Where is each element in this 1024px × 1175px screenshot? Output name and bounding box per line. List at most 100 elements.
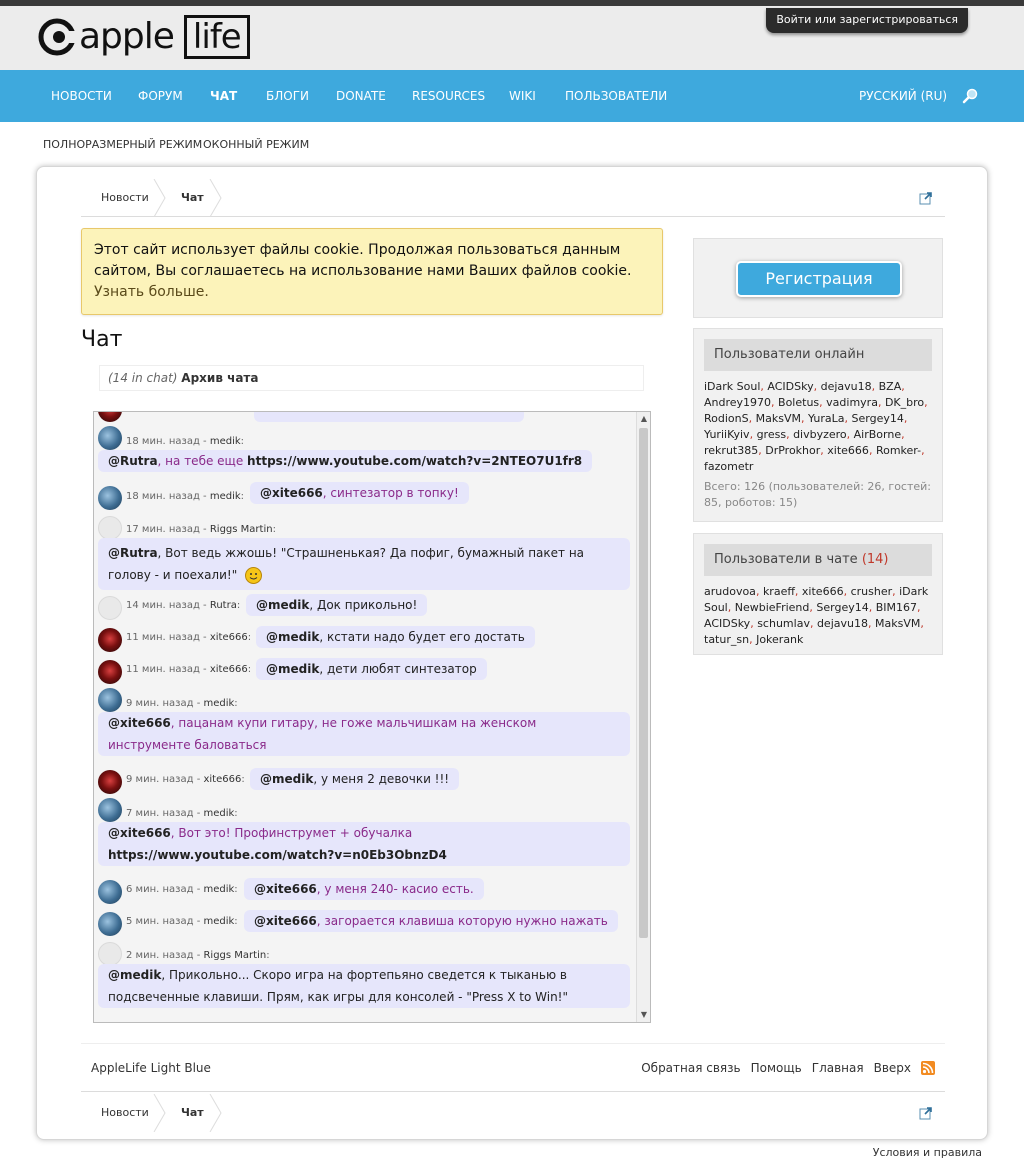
nav-item-users[interactable]: Пользователи — [565, 70, 667, 122]
message-author[interactable]: medik — [203, 884, 234, 895]
breadcrumb-news[interactable]: Новости — [101, 1094, 149, 1132]
user-link[interactable]: Sergey14 — [816, 601, 868, 614]
user-link[interactable]: xite666 — [827, 444, 869, 457]
user-link[interactable]: BIM167 — [876, 601, 917, 614]
jump-icon[interactable] — [919, 191, 933, 205]
window-mode-link[interactable]: Оконный режим — [203, 138, 309, 151]
message-author[interactable]: medik — [203, 808, 234, 819]
nav-item-resources[interactable]: Resources — [412, 70, 485, 122]
scroll-up-icon[interactable]: ▲ — [637, 412, 650, 426]
footer-link-home[interactable]: Главная — [812, 1061, 864, 1075]
message-link[interactable]: https://www.youtube.com/watch?v=n0Eb3Obn… — [108, 848, 447, 862]
user-link[interactable]: ACIDSky — [704, 617, 750, 630]
user-link[interactable]: tatur_sn — [704, 633, 749, 646]
avatar[interactable] — [98, 596, 122, 620]
user-link[interactable]: dejavu18 — [817, 617, 868, 630]
message-author[interactable]: Rutra — [210, 600, 237, 611]
user-link[interactable]: dejavu18 — [821, 380, 872, 393]
list-separator: , — [921, 444, 925, 457]
message-author[interactable]: xite666 — [203, 774, 241, 785]
user-link[interactable]: arudovoa — [704, 585, 756, 598]
avatar[interactable] — [98, 660, 122, 684]
user-link[interactable]: NewbieFriend — [735, 601, 810, 614]
site-logo[interactable]: apple life — [37, 14, 250, 60]
list-separator: , — [917, 601, 921, 614]
user-link[interactable]: YuriiKyiv — [704, 428, 750, 441]
message-author[interactable]: xite666 — [210, 632, 248, 643]
chat-scrollbar[interactable]: ▲ ▼ — [636, 412, 650, 1022]
language-selector[interactable]: Русский (RU) — [859, 70, 947, 122]
nav-item-news[interactable]: Новости — [51, 70, 112, 122]
avatar[interactable] — [98, 412, 122, 422]
jump-icon[interactable] — [919, 1106, 933, 1120]
terms-link[interactable]: Условия и правила — [873, 1146, 982, 1159]
nav-item-blogs[interactable]: Блоги — [266, 70, 309, 122]
user-link[interactable]: divbyzero — [793, 428, 847, 441]
user-link[interactable]: xite666 — [802, 585, 844, 598]
chat-archive-link[interactable]: Архив чата — [181, 371, 258, 385]
footer-link-feedback[interactable]: Обратная связь — [641, 1061, 740, 1075]
message-link[interactable]: https://www.youtube.com/watch?v=2NTEO7U1… — [247, 454, 582, 468]
avatar[interactable] — [98, 688, 122, 712]
avatar[interactable] — [98, 880, 122, 904]
avatar[interactable] — [98, 516, 122, 540]
message-author[interactable]: Riggs Martin — [203, 950, 266, 961]
user-link[interactable]: schumlav — [757, 617, 810, 630]
nav-item-chat[interactable]: Чат — [210, 70, 237, 122]
breadcrumb-chat[interactable]: Чат — [181, 179, 204, 217]
nav-item-donate[interactable]: Donate — [336, 70, 386, 122]
user-link[interactable]: crusher — [851, 585, 893, 598]
avatar[interactable] — [98, 942, 122, 966]
user-link[interactable]: Romker- — [876, 444, 921, 457]
avatar[interactable] — [98, 798, 122, 822]
user-link[interactable]: Jokerank — [756, 633, 803, 646]
login-button[interactable]: Войти или зарегистрироваться — [766, 8, 968, 33]
user-link[interactable]: Andrey1970 — [704, 396, 771, 409]
user-link[interactable]: ACIDSky — [767, 380, 813, 393]
register-button[interactable]: Регистрация — [736, 261, 902, 297]
cookie-learn-more-link[interactable]: Узнать больше. — [94, 284, 209, 300]
user-link[interactable]: BZA — [879, 380, 902, 393]
message-bubble: @xite666, Вот это! Профинструмет + обуча… — [98, 822, 630, 866]
scroll-thumb[interactable] — [639, 428, 648, 938]
fullscreen-mode-link[interactable]: Полноразмерный режим — [43, 138, 202, 151]
online-stats: Всего: 126 (пользователей: 26, гостей: 8… — [704, 480, 931, 509]
user-link[interactable]: Boletus — [778, 396, 819, 409]
footer-link-help[interactable]: Помощь — [751, 1061, 802, 1075]
message-author[interactable]: xite666 — [210, 664, 248, 675]
user-link[interactable]: Sergey14 — [852, 412, 904, 425]
avatar[interactable] — [98, 770, 122, 794]
chat-message-list[interactable]: 18 мин. назад - medik: @Rutra, на тебе е… — [93, 411, 651, 1023]
avatar[interactable] — [98, 426, 122, 450]
user-link[interactable]: MaksVM — [756, 412, 801, 425]
user-link[interactable]: AirBorne — [854, 428, 901, 441]
user-link[interactable]: fazometr — [704, 460, 753, 473]
user-link[interactable]: vadimyra — [826, 396, 878, 409]
avatar[interactable] — [98, 912, 122, 936]
message-author[interactable]: Riggs Martin — [210, 524, 273, 535]
user-link[interactable]: RodionS — [704, 412, 749, 425]
user-link[interactable]: gress — [757, 428, 787, 441]
message-author[interactable]: medik — [203, 698, 234, 709]
rss-icon[interactable] — [921, 1061, 935, 1075]
message-author[interactable]: medik — [210, 491, 241, 502]
user-link[interactable]: YuraLa — [808, 412, 845, 425]
breadcrumb-news[interactable]: Новости — [101, 179, 149, 217]
user-link[interactable]: DrProkhor — [765, 444, 820, 457]
message-author[interactable]: medik — [210, 436, 241, 447]
style-chooser[interactable]: AppleLife Light Blue — [91, 1061, 211, 1075]
user-link[interactable]: rekrut385 — [704, 444, 758, 457]
user-link[interactable]: iDark Soul — [704, 380, 760, 393]
message-author[interactable]: medik — [203, 916, 234, 927]
user-link[interactable]: DK_bro — [885, 396, 924, 409]
nav-item-wiki[interactable]: Wiki — [509, 70, 536, 122]
scroll-down-icon[interactable]: ▼ — [637, 1008, 650, 1022]
footer-link-top[interactable]: Вверх — [874, 1061, 911, 1075]
nav-item-forum[interactable]: Форум — [138, 70, 183, 122]
avatar[interactable] — [98, 628, 122, 652]
breadcrumb-chat[interactable]: Чат — [181, 1094, 204, 1132]
search-icon[interactable] — [962, 88, 978, 104]
user-link[interactable]: MaksVM — [875, 617, 920, 630]
user-link[interactable]: kraeff — [763, 585, 795, 598]
avatar[interactable] — [98, 486, 122, 510]
